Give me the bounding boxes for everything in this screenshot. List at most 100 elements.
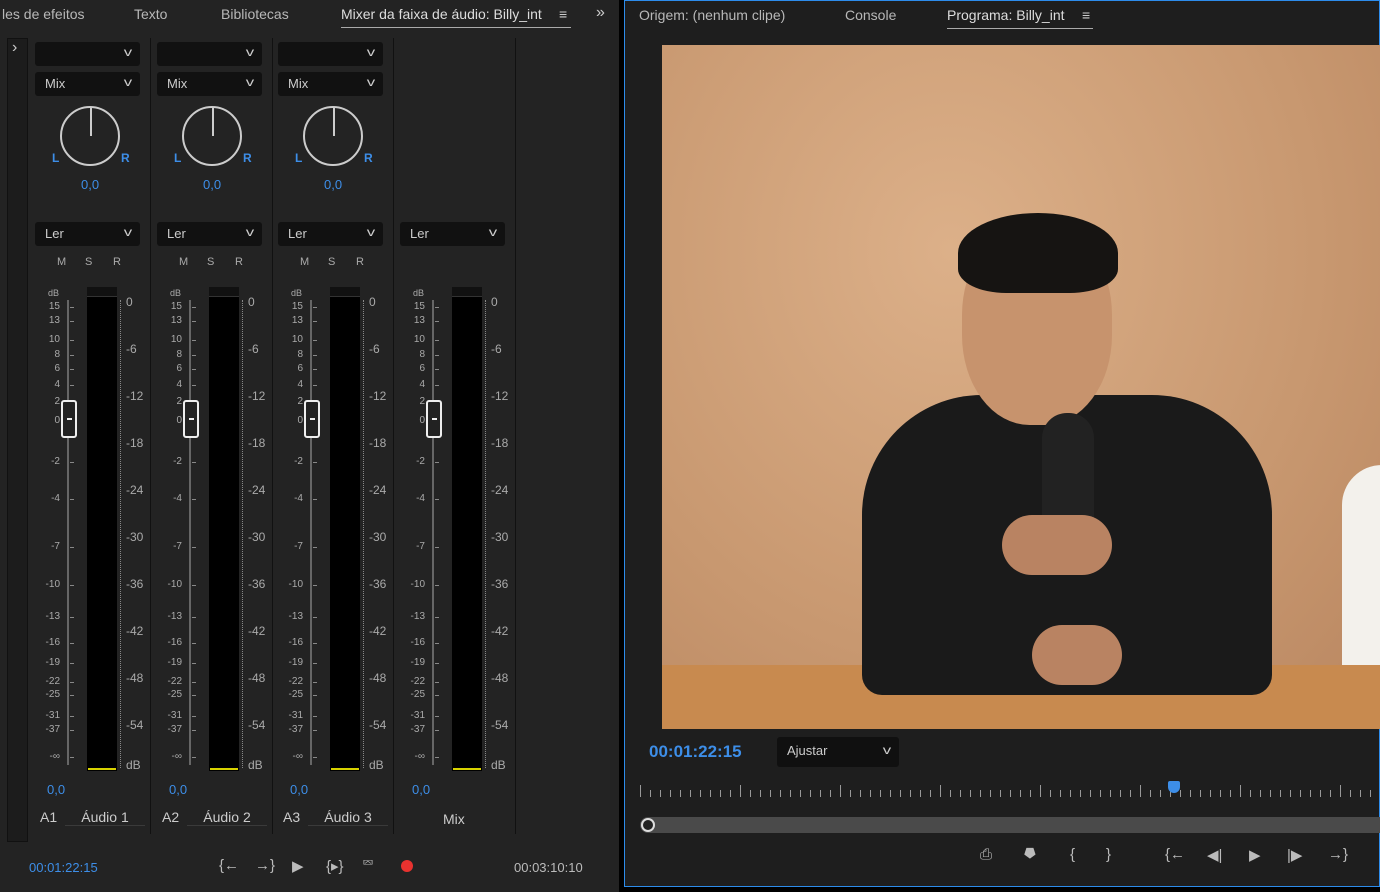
fader-scale-label: 4 (160, 379, 182, 390)
send-select[interactable]: v (157, 42, 262, 66)
loop-icon[interactable]: ⮹ (362, 855, 374, 872)
pan-value[interactable]: 0,0 (324, 177, 342, 192)
chevron-down-icon: v (883, 743, 891, 757)
pan-left-label: L (52, 151, 59, 165)
record-button[interactable]: R (356, 256, 364, 268)
go-to-in-icon[interactable]: {← (1165, 846, 1185, 863)
automation-select[interactable]: Lerv (278, 222, 383, 246)
automation-select[interactable]: Lerv (35, 222, 140, 246)
meter-scale-label: -18 (248, 436, 265, 450)
record-button[interactable]: R (235, 256, 243, 268)
track-name[interactable]: Áudio 1 (65, 809, 145, 826)
time-ruler[interactable] (640, 781, 1380, 799)
pan-knob[interactable] (303, 106, 363, 166)
tab-text[interactable]: Texto (134, 6, 167, 22)
tab-effect-controls[interactable]: les de efeitos (2, 6, 85, 22)
effects-sidebar-toggle[interactable]: › (7, 38, 28, 842)
clip-indicator[interactable] (330, 287, 360, 297)
volume-fader-handle[interactable] (183, 400, 199, 438)
double-chevron-right-icon[interactable]: » (596, 4, 605, 22)
fader-tick (313, 369, 317, 370)
volume-value[interactable]: 0,0 (169, 782, 187, 797)
meter-scale-label: -18 (126, 436, 143, 450)
tab-audio-mixer[interactable]: Mixer da faixa de áudio: Billy_int (341, 6, 571, 28)
pan-knob[interactable] (60, 106, 120, 166)
solo-button[interactable]: S (207, 256, 214, 268)
tab-program[interactable]: Programa: Billy_int (947, 7, 1093, 29)
play-in-to-out-icon[interactable]: {▸} (326, 857, 344, 875)
add-marker-icon[interactable]: ⯂ (1023, 846, 1035, 863)
mode-select[interactable]: Mixv (157, 72, 262, 96)
fader-track[interactable] (310, 300, 312, 765)
play-icon[interactable]: ▶ (292, 857, 304, 875)
pan-knob[interactable] (182, 106, 242, 166)
volume-value[interactable]: 0,0 (290, 782, 308, 797)
fader-track[interactable] (67, 300, 69, 765)
mode-select[interactable]: Mix v (35, 72, 140, 96)
clip-indicator[interactable] (452, 287, 482, 297)
fader-tick (70, 695, 74, 696)
mixer-current-time[interactable]: 00:01:22:15 (29, 860, 98, 875)
mode-select[interactable]: Mixv (278, 72, 383, 96)
pan-value[interactable]: 0,0 (81, 177, 99, 192)
meter-scale-label: -36 (369, 577, 386, 591)
step-back-icon[interactable]: ◀| (1207, 846, 1222, 864)
mark-out-icon[interactable]: } (1106, 846, 1111, 863)
solo-button[interactable]: S (328, 256, 335, 268)
record-button[interactable]: R (113, 256, 121, 268)
hamburger-icon[interactable]: ≡ (559, 6, 567, 22)
play-icon[interactable]: ▶ (1249, 846, 1261, 864)
track-name[interactable]: Áudio 2 (187, 809, 267, 826)
scrollbar-handle[interactable] (641, 818, 655, 832)
volume-value[interactable]: 0,0 (412, 782, 430, 797)
tab-source[interactable]: Origem: (nenhum clipe) (639, 7, 785, 23)
go-to-out-icon[interactable]: →} (255, 857, 275, 874)
zoom-level-select[interactable]: Ajustarv (777, 737, 899, 767)
automation-select[interactable]: Lerv (157, 222, 262, 246)
hamburger-icon[interactable]: ≡ (1082, 7, 1090, 23)
program-timecode[interactable]: 00:01:22:15 (649, 742, 742, 762)
fader-scale-label: -2 (281, 456, 303, 467)
fader-track[interactable] (189, 300, 191, 765)
clip-indicator[interactable] (87, 287, 117, 297)
chevron-down-icon: v (124, 75, 132, 89)
tab-console[interactable]: Console (845, 7, 896, 23)
volume-fader-handle[interactable] (304, 400, 320, 438)
fader-scale-label: 15 (38, 301, 60, 312)
fader-tick (192, 585, 196, 586)
fader-tick (313, 355, 317, 356)
volume-value[interactable]: 0,0 (47, 782, 65, 797)
record-icon[interactable] (401, 860, 413, 872)
ruler-tick (1110, 790, 1111, 797)
tab-libraries[interactable]: Bibliotecas (221, 6, 289, 22)
volume-fader-handle[interactable] (61, 400, 77, 438)
step-forward-icon[interactable]: |▶ (1287, 846, 1302, 864)
level-meter (87, 287, 117, 771)
go-to-out-icon[interactable]: →} (1328, 846, 1348, 863)
clip-indicator[interactable] (209, 287, 239, 297)
automation-select[interactable]: Lerv (400, 222, 505, 246)
send-select[interactable]: v (278, 42, 383, 66)
fader-track[interactable] (432, 300, 434, 765)
meter-scale-label: -24 (491, 483, 508, 497)
fader-scale-label: 13 (281, 315, 303, 326)
volume-fader-handle[interactable] (426, 400, 442, 438)
export-frame-icon[interactable]: ⎙ (980, 846, 992, 863)
mute-button[interactable]: M (57, 256, 66, 268)
fader-tick (70, 716, 74, 717)
ruler-tick (1090, 790, 1091, 797)
track-name[interactable]: Áudio 3 (308, 809, 388, 826)
mute-button[interactable]: M (179, 256, 188, 268)
solo-button[interactable]: S (85, 256, 92, 268)
mute-button[interactable]: M (300, 256, 309, 268)
playhead[interactable] (1168, 781, 1180, 793)
program-video-frame[interactable] (662, 45, 1380, 729)
zoom-scrollbar[interactable] (640, 817, 1380, 833)
go-to-in-icon[interactable]: {← (219, 857, 239, 874)
mark-in-icon[interactable]: { (1070, 846, 1075, 863)
pan-value[interactable]: 0,0 (203, 177, 221, 192)
send-select[interactable]: v (35, 42, 140, 66)
meter-scale-label: -6 (248, 342, 259, 356)
mode-value: Mix (45, 76, 65, 91)
ruler-tick (1250, 790, 1251, 797)
